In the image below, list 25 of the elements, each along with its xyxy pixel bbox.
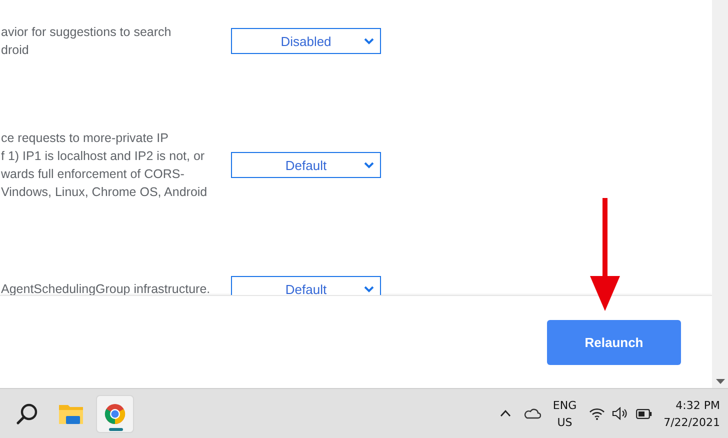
folder-icon[interactable] [59, 402, 83, 424]
scrollbar[interactable] [712, 0, 728, 388]
flag-description: droid [1, 42, 30, 59]
browser-icon[interactable] [104, 402, 126, 424]
cloud-icon[interactable] [522, 408, 541, 419]
relaunch-button[interactable]: Relaunch [547, 320, 681, 365]
chevron-down-icon [364, 38, 374, 45]
flag-description: Vindows, Linux, Chrome OS, Android [1, 184, 208, 201]
flag-description: ce requests to more-private IP [1, 130, 170, 147]
flag-dropdown[interactable]: Disabled [231, 28, 381, 54]
caret-up-icon[interactable] [500, 410, 511, 417]
flag-description: f 1) IP1 is localhost and IP2 is not, or [1, 148, 206, 165]
flag-description: wards full enforcement of CORS- [1, 166, 186, 183]
search-icon[interactable] [16, 402, 38, 424]
flag-dropdown[interactable]: Default [231, 152, 381, 178]
chevron-down-icon [364, 162, 374, 169]
wifi-icon[interactable] [588, 408, 605, 420]
speaker-icon[interactable] [612, 407, 629, 420]
flag-dropdown[interactable]: Default [231, 276, 381, 295]
flag-description: avior for suggestions to search [1, 24, 172, 41]
chevron-down-icon [364, 286, 374, 293]
language-indicator[interactable]: ENG US [552, 396, 577, 430]
clock[interactable]: 4:32 PM 7/22/2021 [664, 396, 720, 430]
battery-icon[interactable] [636, 408, 652, 418]
scroll-down-icon[interactable] [716, 379, 724, 384]
